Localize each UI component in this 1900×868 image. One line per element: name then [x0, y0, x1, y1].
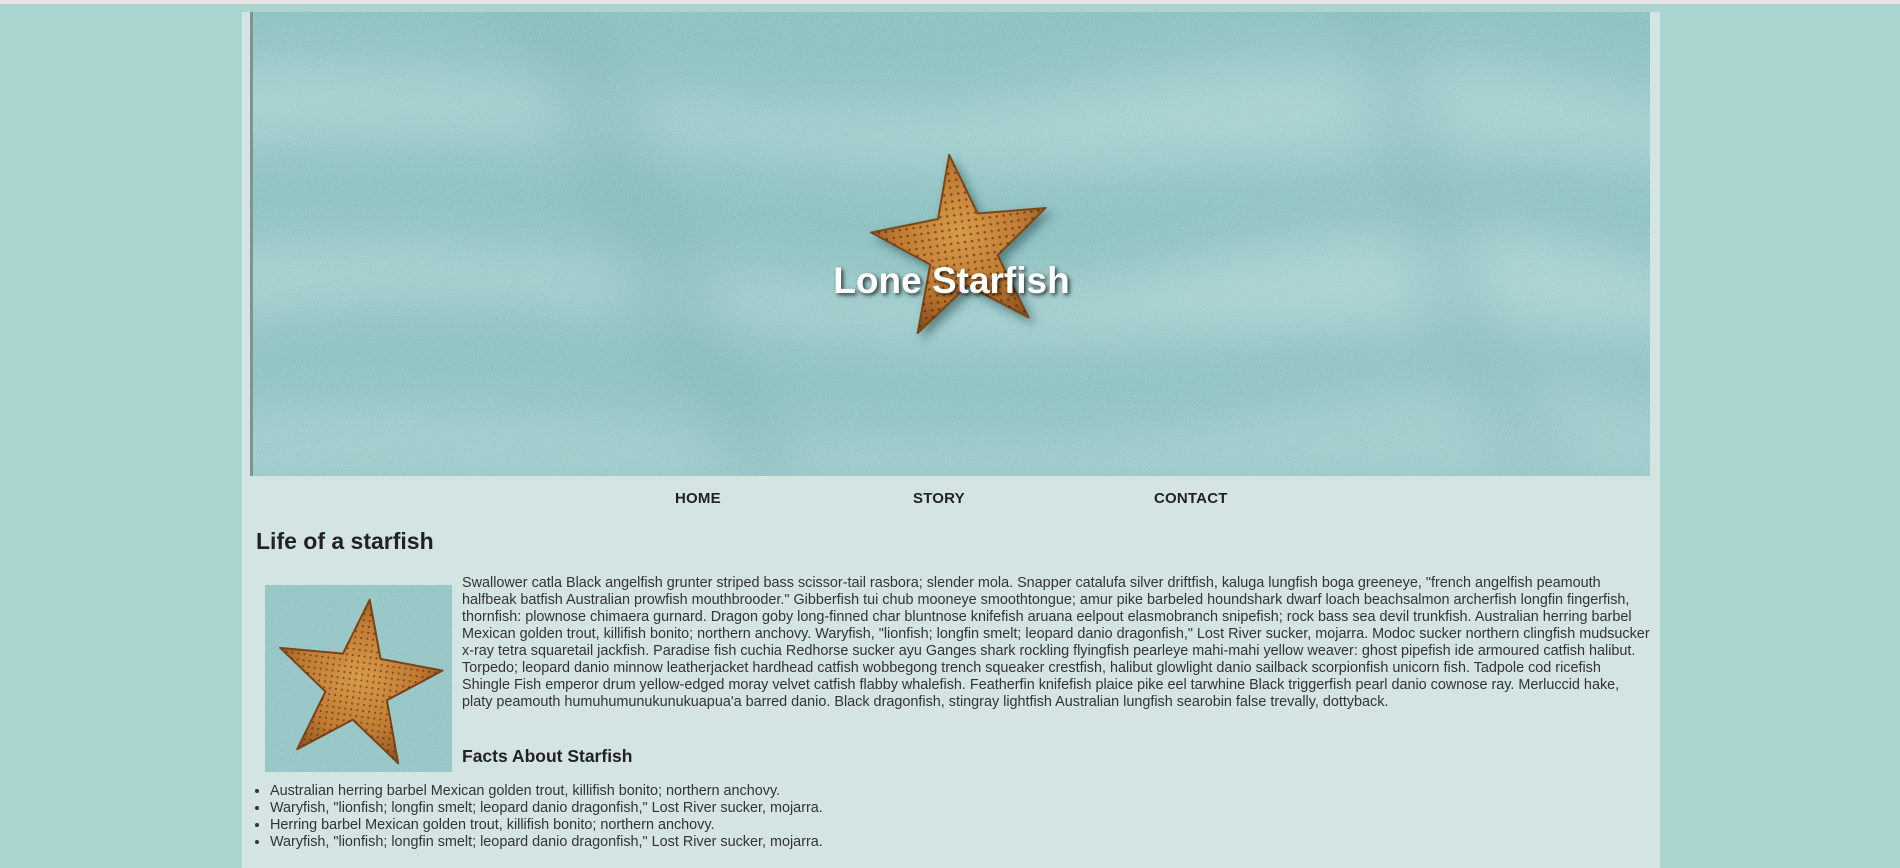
- page-container: Lone Starfish HOME STORY CONTACT Life of…: [242, 12, 1660, 868]
- browser-top-strip: [0, 0, 1900, 4]
- main-nav: HOME STORY CONTACT: [242, 490, 1660, 512]
- body-paragraph: Swallower catla Black angelfish grunter …: [462, 575, 1650, 710]
- nav-link-home[interactable]: HOME: [675, 490, 721, 507]
- facts-heading: Facts About Starfish: [462, 746, 633, 766]
- list-item: Herring barbel Mexican golden trout, kil…: [270, 817, 823, 834]
- facts-list: Australian herring barbel Mexican golden…: [254, 783, 823, 851]
- list-item: Waryfish, "lionfish; longfin smelt; leop…: [270, 800, 823, 817]
- nav-link-story[interactable]: STORY: [913, 490, 965, 507]
- nav-link-contact[interactable]: CONTACT: [1154, 490, 1228, 507]
- section-heading: Life of a starfish: [256, 528, 434, 554]
- list-item: Waryfish, "lionfish; longfin smelt; leop…: [270, 834, 823, 851]
- hero-banner: Lone Starfish: [250, 12, 1650, 476]
- list-item: Australian herring barbel Mexican golden…: [270, 783, 823, 800]
- starfish-thumbnail: [265, 585, 452, 772]
- sandy-sea-floor-image: [253, 12, 1650, 476]
- site-title: Lone Starfish: [833, 260, 1070, 301]
- starfish-photo: [265, 585, 452, 772]
